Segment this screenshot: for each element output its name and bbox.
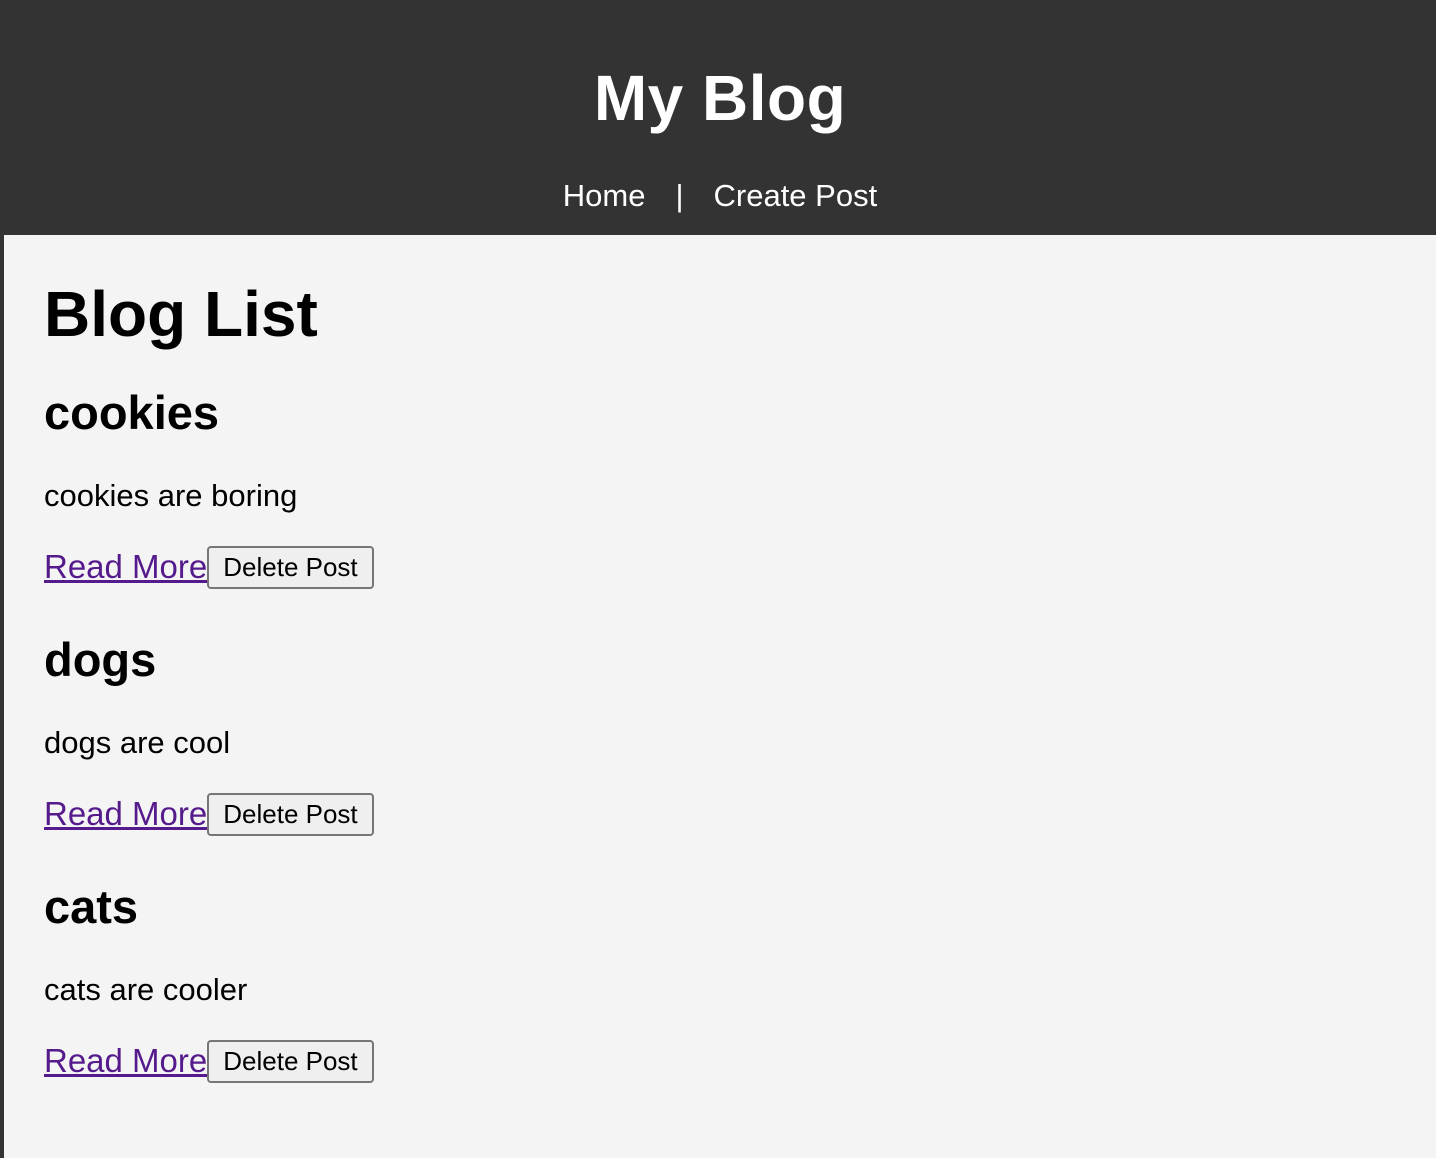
blog-post: cats cats are cooler Read More Delete Po…: [44, 852, 1404, 1099]
nav-create-post-link[interactable]: Create Post: [714, 176, 878, 216]
page-title: Blog List: [44, 278, 318, 350]
post-body: cookies are boring: [44, 478, 298, 513]
post-title: cookies: [44, 386, 220, 439]
post-title: cats: [44, 880, 139, 933]
browser-viewport: My Blog Home | Create Post Blog List coo…: [0, 0, 1436, 1158]
delete-post-button[interactable]: Delete Post: [207, 1039, 374, 1083]
post-body: dogs are cool: [44, 725, 231, 760]
delete-post-button[interactable]: Delete Post: [207, 792, 374, 836]
site-header: My Blog Home | Create Post: [4, 0, 1436, 235]
post-body: cats are cooler: [44, 972, 248, 1007]
post-actions: Read More Delete Post: [44, 544, 374, 590]
delete-post-button[interactable]: Delete Post: [207, 545, 374, 589]
post-actions: Read More Delete Post: [44, 791, 374, 837]
site-title: My Blog: [593, 62, 847, 134]
read-more-link[interactable]: Read More: [44, 1041, 207, 1081]
blog-post: cookies cookies are boring Read More Del…: [44, 358, 1404, 605]
post-title: dogs: [44, 633, 157, 686]
read-more-link[interactable]: Read More: [44, 794, 207, 834]
post-actions: Read More Delete Post: [44, 1038, 374, 1084]
main-nav: Home | Create Post: [4, 176, 1436, 216]
nav-separator: |: [675, 178, 684, 213]
main-content: Blog List cookies cookies are boring Rea…: [44, 270, 1404, 1099]
nav-home-link[interactable]: Home: [563, 176, 646, 216]
read-more-link[interactable]: Read More: [44, 547, 207, 587]
blog-post: dogs dogs are cool Read More Delete Post: [44, 605, 1404, 852]
